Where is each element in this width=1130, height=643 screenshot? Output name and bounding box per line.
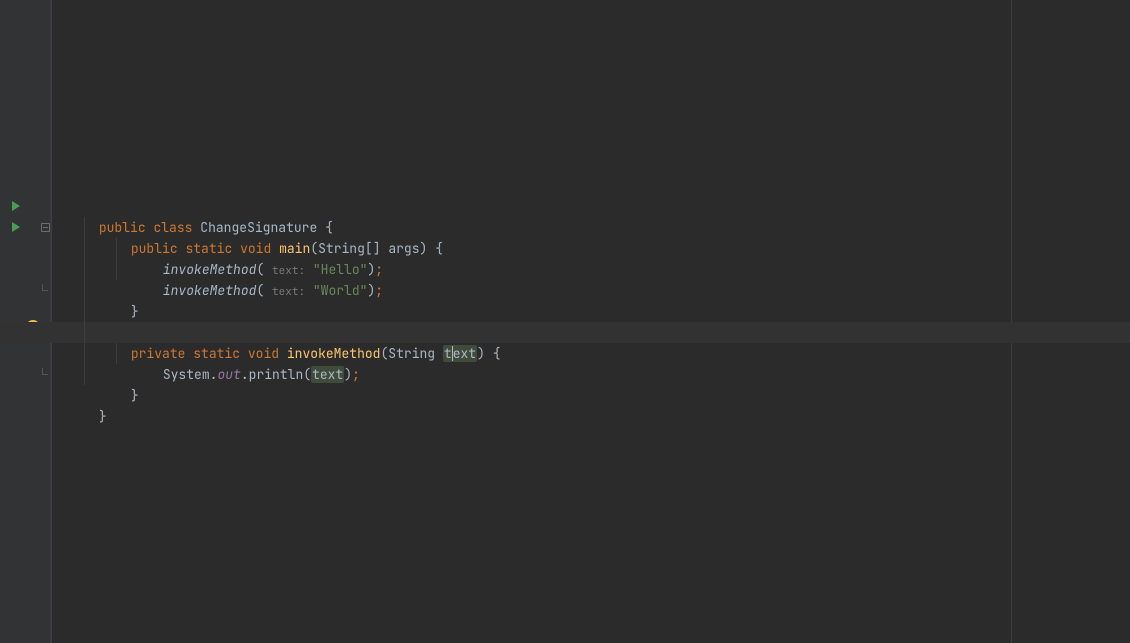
code-line[interactable]: [52, 301, 1011, 322]
code-area[interactable]: public class ChangeSignature { public st…: [52, 0, 1011, 643]
code-line[interactable]: invokeMethod( text: "World");: [52, 259, 1011, 280]
gutter-fold-end: [0, 280, 52, 301]
gutter-run-marker[interactable]: [0, 217, 52, 238]
run-icon: [12, 222, 20, 232]
gutter-fold-end: [0, 364, 52, 385]
code-editor[interactable]: public class ChangeSignature { public st…: [0, 0, 1130, 643]
run-icon: [12, 201, 20, 211]
code-line[interactable]: public static void main(String[] args) {: [52, 217, 1011, 238]
fold-toggle-icon[interactable]: [41, 223, 50, 232]
fold-end-icon: [42, 368, 48, 375]
code-line[interactable]: }: [52, 364, 1011, 385]
code-line[interactable]: }: [52, 385, 1011, 406]
brace: }: [99, 408, 107, 425]
code-line[interactable]: invokeMethod( text: "Hello");: [52, 238, 1011, 259]
code-line[interactable]: System.out.println(text);: [52, 343, 1011, 364]
gutter-run-marker[interactable]: [0, 196, 52, 217]
code-line[interactable]: }: [52, 280, 1011, 301]
code-line[interactable]: private static void invokeMethod(String …: [52, 322, 1011, 343]
code-line[interactable]: public class ChangeSignature {: [52, 196, 1011, 217]
fold-end-icon: [42, 284, 48, 291]
